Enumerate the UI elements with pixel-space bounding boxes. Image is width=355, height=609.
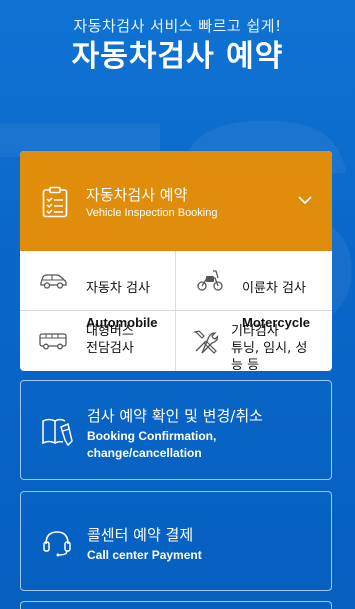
booking-check-subtitle: Booking Confirmation, change/cancellatio… — [87, 429, 217, 460]
option-automobile[interactable]: 자동차 검사 Automobile — [20, 251, 176, 330]
option-other-ko: 기타검사 튜닝, 임시, 성 능 등 — [231, 324, 308, 371]
headset-icon — [43, 531, 71, 557]
car-icon — [40, 274, 67, 289]
call-center-title: 콜센터 예약 결제 — [87, 526, 194, 544]
booking-check-card[interactable]: 검사 예약 확인 및 변경/취소 Booking Confirmation, c… — [20, 380, 332, 480]
bus-icon — [39, 333, 67, 350]
option-motorcycle[interactable]: 이륜차 검사 Motercycle — [176, 251, 332, 330]
page-subtitle: 자동차검사 서비스 빠르고 쉽게! — [73, 17, 282, 35]
booking-card: 자동차검사 예약 Vehicle Inspection Booking 자동차 … — [20, 151, 332, 371]
option-automobile-ko: 자동차 검사 — [86, 281, 150, 296]
booking-subtitle: Vehicle Inspection Booking — [86, 207, 218, 219]
clipboard-checklist-icon — [42, 186, 68, 218]
chevron-down-icon — [298, 196, 312, 205]
page-header: 자동차검사 서비스 빠르고 쉽게! 자동차검사 예약 — [0, 16, 355, 76]
call-center-subtitle: Call center Payment — [87, 548, 202, 562]
call-center-card[interactable]: 콜센터 예약 결제 Call center Payment — [20, 491, 332, 591]
motorcycle-icon — [197, 270, 223, 291]
book-pen-icon — [42, 418, 73, 447]
booking-check-title: 검사 예약 확인 및 변경/취소 — [87, 407, 263, 425]
option-bus[interactable]: 대형버스 전담검사 — [20, 311, 176, 371]
booking-header-button[interactable]: 자동차검사 예약 Vehicle Inspection Booking — [20, 151, 332, 251]
option-other[interactable]: 기타검사 튜닝, 임시, 성 능 등 other — [176, 311, 332, 371]
booking-options: 자동차 검사 Automobile 이륜차 검사 Motercycle 대형버스… — [20, 251, 332, 371]
page-title: 자동차검사 예약 — [71, 39, 284, 74]
next-card[interactable] — [20, 601, 332, 609]
booking-title: 자동차검사 예약 — [86, 186, 188, 204]
tools-icon — [193, 330, 218, 354]
option-motorcycle-ko: 이륜차 검사 — [242, 281, 306, 296]
option-bus-label: 대형버스 전담검사 — [86, 324, 134, 356]
